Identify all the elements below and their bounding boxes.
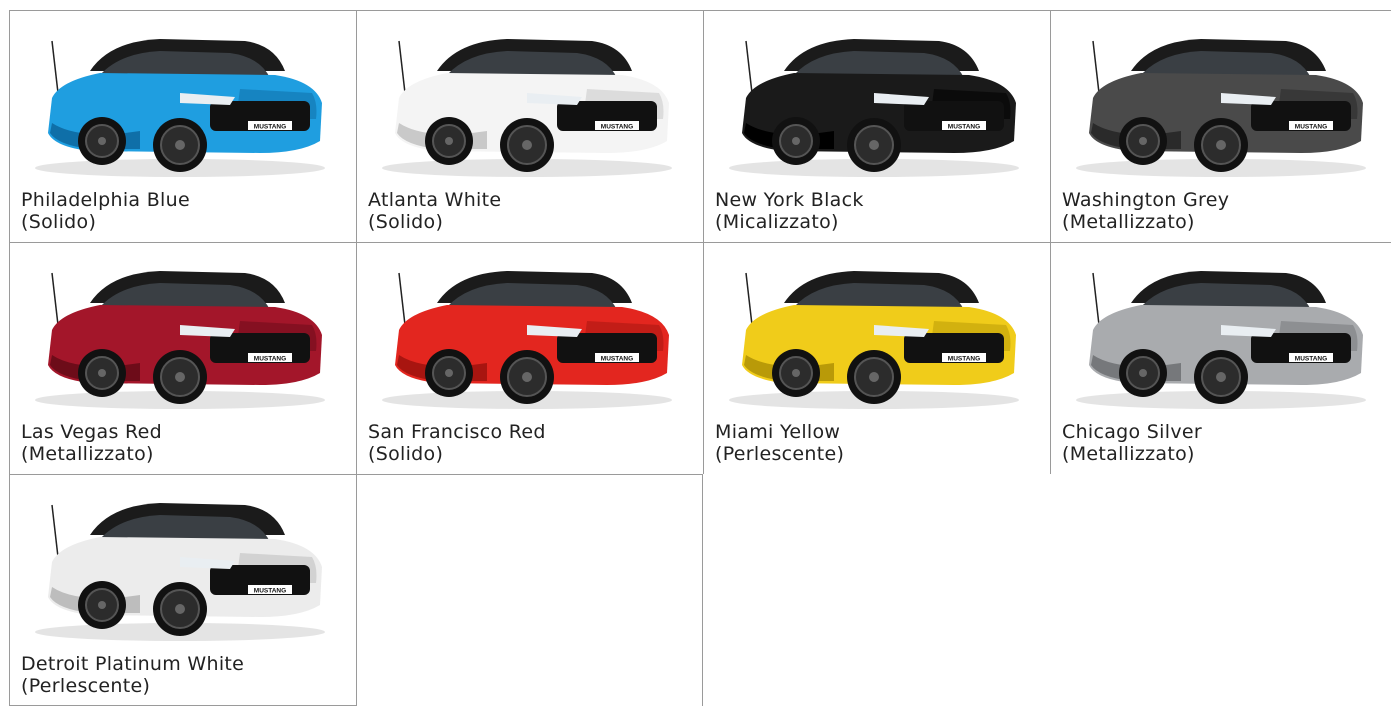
color-name: Las Vegas Red: [21, 421, 163, 443]
color-finish: (Solido): [21, 211, 97, 233]
color-finish: (Metallizzato): [1062, 211, 1195, 233]
swatch-caption: Las Vegas Red (Metallizzato): [21, 421, 162, 465]
svg-text:MUSTANG: MUSTANG: [948, 124, 980, 131]
color-name: Miami Yellow: [715, 421, 841, 443]
color-name: New York Black: [715, 189, 864, 211]
color-name: Philadelphia Blue: [21, 189, 190, 211]
svg-text:MUSTANG: MUSTANG: [601, 356, 633, 363]
color-finish: (Solido): [368, 211, 444, 233]
swatch-caption: San Francisco Red (Solido): [368, 421, 546, 465]
swatch-row-2: MUSTANG Las Vegas Red (Metallizzato) MUS…: [9, 242, 1391, 474]
swatch-cell[interactable]: MUSTANG Washington Grey (Metallizzato): [1050, 10, 1391, 242]
swatch-row-1: MUSTANG Philadelphia Blue (Solido) MUSTA…: [9, 10, 1391, 242]
color-name: Detroit Platinum White: [21, 653, 245, 675]
color-finish: (Solido): [368, 443, 444, 465]
swatch-caption: Chicago Silver (Metallizzato): [1062, 421, 1202, 465]
svg-text:MUSTANG: MUSTANG: [254, 124, 286, 131]
swatch-caption: Philadelphia Blue (Solido): [21, 189, 190, 233]
color-finish: (Metallizzato): [1062, 443, 1195, 465]
svg-text:MUSTANG: MUSTANG: [254, 356, 286, 363]
color-finish: (Metallizzato): [21, 443, 154, 465]
swatch-row-3: MUSTANG Detroit Platinum White (Perlesce…: [9, 474, 1391, 706]
color-finish: (Perlescente): [21, 675, 151, 697]
svg-text:MUSTANG: MUSTANG: [1295, 356, 1327, 363]
svg-text:MUSTANG: MUSTANG: [254, 588, 286, 595]
car-image: MUSTANG: [1071, 23, 1371, 183]
swatch-caption: Miami Yellow (Perlescente): [715, 421, 844, 465]
swatch-cell[interactable]: MUSTANG Detroit Platinum White (Perlesce…: [9, 474, 356, 706]
svg-text:MUSTANG: MUSTANG: [1295, 124, 1327, 131]
swatch-cell[interactable]: MUSTANG San Francisco Red (Solido): [356, 242, 703, 474]
car-image: MUSTANG: [30, 23, 330, 183]
car-image: MUSTANG: [30, 255, 330, 415]
swatch-cell[interactable]: MUSTANG Philadelphia Blue (Solido): [9, 10, 356, 242]
empty-cell: [356, 474, 703, 706]
color-name: Atlanta White: [368, 189, 502, 211]
color-name: Chicago Silver: [1062, 421, 1202, 443]
car-image: MUSTANG: [724, 255, 1024, 415]
swatch-cell[interactable]: MUSTANG Las Vegas Red (Metallizzato): [9, 242, 356, 474]
svg-text:MUSTANG: MUSTANG: [601, 124, 633, 131]
car-image: MUSTANG: [377, 255, 677, 415]
color-name: San Francisco Red: [368, 421, 546, 443]
swatch-caption: Washington Grey (Metallizzato): [1062, 189, 1229, 233]
swatch-cell[interactable]: MUSTANG Atlanta White (Solido): [356, 10, 703, 242]
swatch-cell[interactable]: MUSTANG Miami Yellow (Perlescente): [703, 242, 1050, 474]
swatch-cell[interactable]: MUSTANG Chicago Silver (Metallizzato): [1050, 242, 1391, 474]
swatch-caption: New York Black (Micalizzato): [715, 189, 864, 233]
car-image: MUSTANG: [377, 23, 677, 183]
swatch-caption: Detroit Platinum White (Perlescente): [21, 653, 244, 697]
color-finish: (Perlescente): [715, 443, 845, 465]
color-swatch-grid: MUSTANG Philadelphia Blue (Solido) MUSTA…: [9, 10, 1391, 706]
car-image: MUSTANG: [1071, 255, 1371, 415]
car-image: MUSTANG: [30, 487, 330, 647]
car-image: MUSTANG: [724, 23, 1024, 183]
svg-text:MUSTANG: MUSTANG: [948, 356, 980, 363]
swatch-cell[interactable]: MUSTANG New York Black (Micalizzato): [703, 10, 1050, 242]
color-finish: (Micalizzato): [715, 211, 839, 233]
color-name: Washington Grey: [1062, 189, 1230, 211]
swatch-caption: Atlanta White (Solido): [368, 189, 501, 233]
